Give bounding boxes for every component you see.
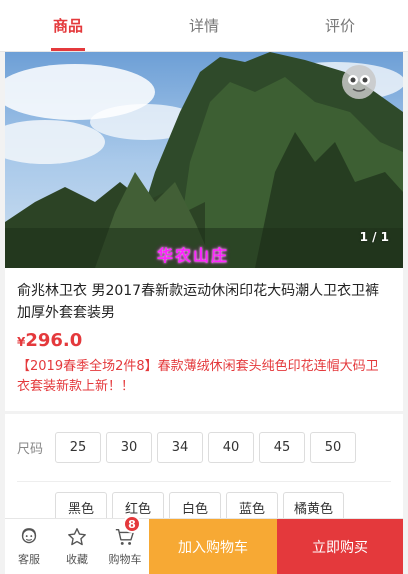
cart-label: 购物车 [108, 553, 142, 566]
product-price: 296.0 [25, 330, 83, 351]
size-option[interactable]: 30 [106, 432, 152, 463]
product-title: 俞兆林卫衣 男2017春新款运动休闲印花大码潮人卫衣卫裤加厚外套套装男 [17, 283, 380, 321]
tab-reviews[interactable]: 评价 [272, 0, 408, 51]
tab-product[interactable]: 商品 [0, 0, 136, 51]
price-row: ¥296.0 [17, 330, 391, 351]
bottom-action-bar: 客服 收藏 8 购物车 加入购物车 立即购买 [5, 515, 403, 574]
add-to-cart-button[interactable]: 加入购物车 [149, 519, 277, 574]
product-image-gallery[interactable]: 华农山庄 1 / 1 [5, 52, 403, 268]
size-option[interactable]: 45 [259, 432, 305, 463]
image-counter: 1 / 1 [359, 230, 389, 244]
favorite-button[interactable]: 收藏 [53, 519, 101, 574]
size-options: 尺码 25 30 34 40 45 50 [5, 432, 361, 463]
size-option[interactable]: 40 [208, 432, 254, 463]
size-label: 尺码 [17, 442, 44, 457]
customer-service-label: 客服 [18, 553, 40, 566]
cart-button[interactable]: 8 购物车 [101, 515, 149, 574]
size-option[interactable]: 34 [157, 432, 203, 463]
face-logo-icon [342, 65, 376, 99]
sku-options: 尺码 25 30 34 40 45 50 黑色 红色 白色 蓝色 橘黄色 [5, 414, 403, 523]
top-tabs: 商品 详情 评价 [0, 0, 408, 52]
buy-now-button[interactable]: 立即购买 [277, 519, 403, 574]
customer-service-icon [21, 528, 37, 544]
tab-details[interactable]: 详情 [136, 0, 272, 51]
cart-count-badge: 8 [123, 515, 141, 533]
divider [17, 481, 391, 482]
promo-text: 【2019春季全场2件8】春款薄绒休闲套头纯色印花连帽大码卫衣套装新款上新！！ [17, 359, 379, 394]
product-info: 俞兆林卫衣 男2017春新款运动休闲印花大码潮人卫衣卫裤加厚外套套装男 ¥296… [5, 268, 403, 411]
size-option[interactable]: 25 [55, 432, 101, 463]
customer-service-button[interactable]: 客服 [5, 519, 53, 574]
image-overlay-text: 华农山庄 [157, 246, 230, 265]
star-icon [68, 528, 86, 546]
favorite-label: 收藏 [66, 553, 88, 566]
size-option[interactable]: 50 [310, 432, 356, 463]
